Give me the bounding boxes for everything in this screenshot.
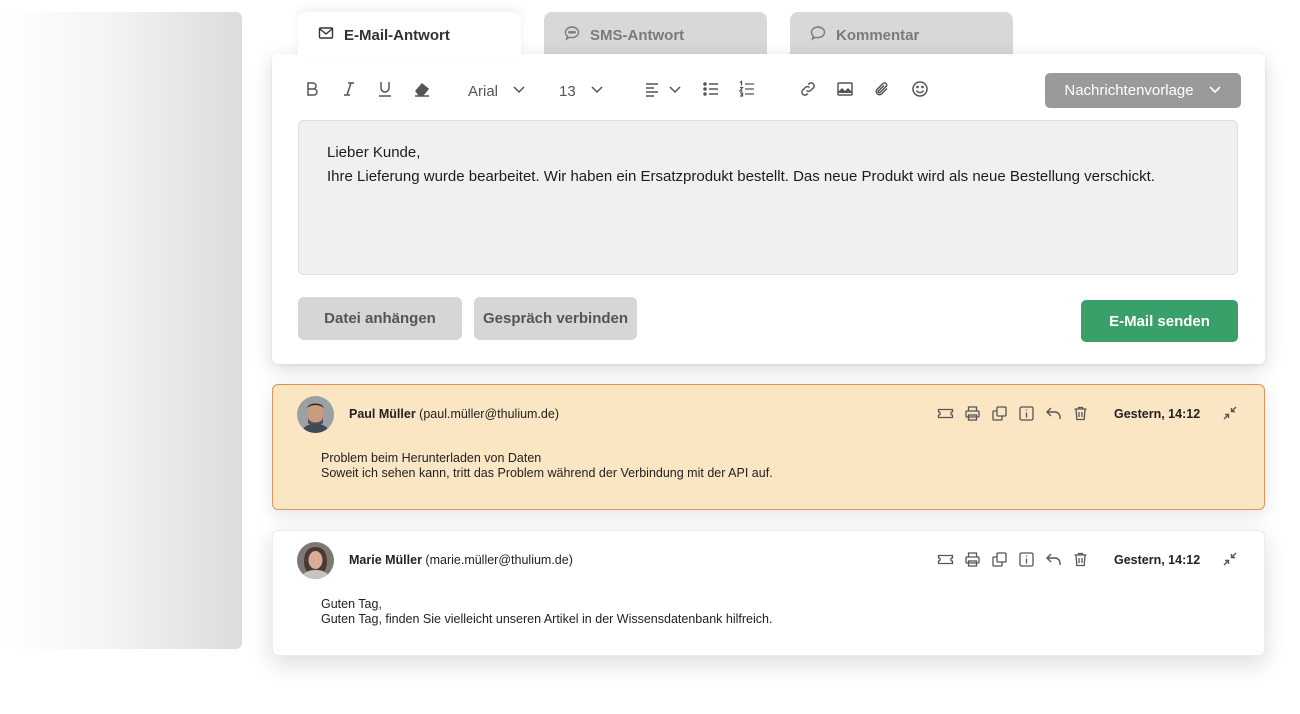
message-content: Guten Tag, Guten Tag, finden Sie viellei…: [321, 597, 772, 627]
sender-info: Marie Müller (marie.müller@thulium.de): [349, 553, 573, 567]
tab-email-reply[interactable]: E-Mail-Antwort: [298, 12, 521, 58]
align-select[interactable]: [644, 80, 684, 102]
italic-button[interactable]: [339, 80, 359, 102]
sender-info: Paul Müller (paul.müller@thulium.de): [349, 407, 559, 421]
message-template-dropdown[interactable]: Nachrichtenvorlage: [1045, 73, 1241, 108]
info-icon[interactable]: [1018, 405, 1035, 422]
emoji-button[interactable]: [910, 80, 930, 102]
message-timestamp: Gestern, 14:12: [1114, 553, 1201, 567]
chevron-down-icon: [1208, 82, 1222, 100]
message-timestamp: Gestern, 14:12: [1114, 407, 1201, 421]
italic-icon: [340, 80, 358, 103]
bullet-list-button[interactable]: [701, 80, 721, 102]
message-body-editor[interactable]: Lieber Kunde, Ihre Lieferung wurde bearb…: [298, 120, 1238, 275]
reply-icon[interactable]: [1045, 405, 1062, 422]
sender-name: Marie Müller: [349, 553, 422, 567]
print-icon[interactable]: [964, 405, 981, 422]
message-item: Marie Müller (marie.müller@thulium.de) G…: [272, 530, 1265, 656]
message-line: Guten Tag,: [321, 597, 382, 611]
trash-icon[interactable]: [1072, 405, 1089, 422]
message-line: Problem beim Herunterladen von Daten: [321, 451, 542, 465]
attach-button[interactable]: [872, 80, 892, 102]
font-family-value: Arial: [468, 82, 499, 100]
font-size-select[interactable]: 13: [559, 80, 606, 102]
underline-button[interactable]: [375, 80, 395, 102]
tab-comment[interactable]: Kommentar: [790, 12, 1013, 58]
bullet-list-icon: [702, 80, 720, 103]
tab-label: SMS-Antwort: [590, 26, 685, 44]
message-actions: [937, 405, 1089, 422]
message-content: Problem beim Herunterladen von Daten Sow…: [321, 451, 773, 481]
smiley-icon: [911, 80, 929, 103]
avatar: [297, 396, 334, 433]
template-label: Nachrichtenvorlage: [1064, 82, 1194, 99]
reply-icon[interactable]: [1045, 551, 1062, 568]
avatar: [297, 542, 334, 579]
message-line: Soweit ich sehen kann, tritt das Problem…: [321, 466, 773, 480]
tab-label: E-Mail-Antwort: [344, 26, 450, 44]
image-icon: [836, 80, 854, 103]
insert-link-button[interactable]: [798, 80, 818, 102]
message-item: Paul Müller (paul.müller@thulium.de) Ges…: [272, 384, 1265, 510]
ticket-icon[interactable]: [937, 551, 954, 568]
sender-email: (marie.müller@thulium.de): [425, 553, 573, 567]
chevron-down-icon: [666, 80, 684, 103]
trash-icon[interactable]: [1072, 551, 1089, 568]
collapse-icon[interactable]: [1222, 405, 1238, 421]
attach-file-button[interactable]: Datei anhängen: [298, 297, 462, 340]
message-line: Guten Tag, finden Sie vielleicht unseren…: [321, 612, 773, 626]
clear-format-button[interactable]: [412, 80, 432, 102]
insert-image-button[interactable]: [835, 80, 855, 102]
formatting-toolbar: Arial 13 Nachrichtenvorlage: [272, 54, 1265, 128]
tab-sms-reply[interactable]: SMS-Antwort: [544, 12, 767, 58]
tab-label: Kommentar: [836, 26, 920, 44]
message-actions: [937, 551, 1089, 568]
collapse-icon[interactable]: [1222, 551, 1238, 567]
print-icon[interactable]: [964, 551, 981, 568]
message-line: Lieber Kunde,: [327, 144, 421, 161]
sender-name: Paul Müller: [349, 407, 416, 421]
copy-icon[interactable]: [991, 405, 1008, 422]
font-size-value: 13: [559, 82, 576, 100]
connect-conversation-button[interactable]: Gespräch verbinden: [474, 297, 637, 340]
numbered-list-button[interactable]: [737, 79, 757, 103]
link-icon: [799, 80, 817, 103]
paperclip-icon: [873, 80, 891, 103]
numbered-list-icon: [738, 79, 756, 103]
align-left-icon: [644, 80, 662, 103]
side-panel: [0, 12, 242, 649]
bold-icon: [303, 80, 321, 103]
email-editor: Arial 13 Nachrichtenvorlage Lieber Kunde…: [272, 54, 1265, 364]
underline-icon: [376, 80, 394, 103]
eraser-icon: [413, 80, 431, 103]
send-email-button[interactable]: E-Mail senden: [1081, 300, 1238, 342]
chevron-down-icon: [588, 80, 606, 103]
comment-bubble-icon: [810, 25, 826, 45]
font-family-select[interactable]: Arial: [468, 80, 528, 102]
mail-icon: [318, 25, 334, 45]
copy-icon[interactable]: [991, 551, 1008, 568]
ticket-icon[interactable]: [937, 405, 954, 422]
info-icon[interactable]: [1018, 551, 1035, 568]
message-line: Ihre Lieferung wurde bearbeitet. Wir hab…: [327, 168, 1155, 185]
sms-bubble-icon: [564, 25, 580, 45]
bold-button[interactable]: [302, 80, 322, 102]
sender-email: (paul.müller@thulium.de): [419, 407, 559, 421]
chevron-down-icon: [510, 80, 528, 103]
